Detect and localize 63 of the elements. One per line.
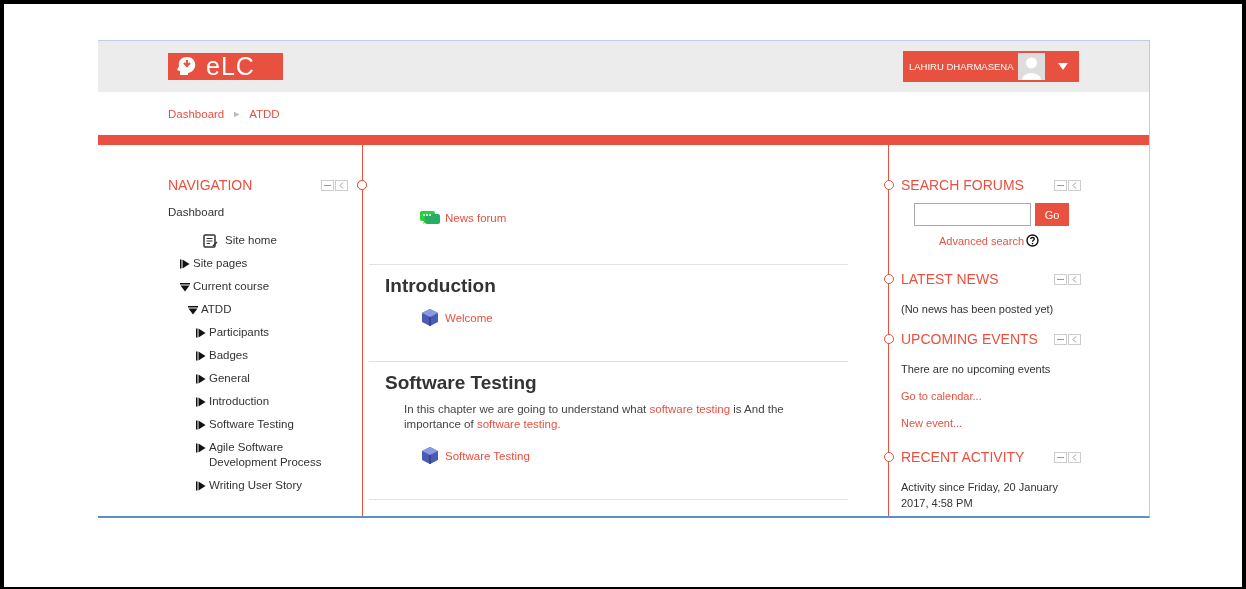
- nav-item[interactable]: Software Testing: [209, 417, 294, 432]
- collapsed-arrow-icon[interactable]: [196, 481, 206, 491]
- user-name: LAHIRU DHARMASENA: [909, 61, 1014, 72]
- nav-item[interactable]: Participants: [209, 325, 270, 340]
- section-title: Introduction: [385, 275, 497, 297]
- search-field[interactable]: [914, 203, 1031, 226]
- activity-link[interactable]: Welcome: [445, 311, 493, 324]
- block-title: NAVIGATION: [168, 177, 253, 193]
- collapsed-arrow-icon[interactable]: [196, 443, 206, 453]
- nav-item[interactable]: Site pages: [193, 256, 248, 271]
- expanded-arrow-icon[interactable]: [188, 305, 198, 315]
- nav-item[interactable]: General: [209, 371, 250, 386]
- collapsed-arrow-icon[interactable]: [196, 351, 206, 361]
- block-link[interactable]: Go to calendar...: [901, 390, 982, 402]
- collapsed-arrow-icon[interactable]: [196, 374, 206, 384]
- section-title: Software Testing: [385, 372, 538, 394]
- block-text: (No news has been posted yet): [901, 303, 1054, 315]
- cube-icon: [420, 446, 440, 465]
- separator-icon: ►: [232, 108, 242, 119]
- breadcrumb-link[interactable]: ATDD: [249, 107, 280, 120]
- nav-item[interactable]: ATDD: [201, 302, 232, 317]
- site-logo[interactable]: eLC: [168, 53, 283, 80]
- activity-link[interactable]: News forum: [445, 212, 507, 224]
- nav-item[interactable]: Current course: [193, 279, 270, 294]
- help-icon[interactable]: [1026, 234, 1039, 247]
- head-icon: [176, 56, 198, 77]
- logo-text: eLC: [206, 52, 255, 81]
- block-title: UPCOMING EVENTS: [901, 331, 1038, 347]
- block-link[interactable]: New event...: [901, 417, 963, 429]
- text-link[interactable]: software testing: [649, 403, 731, 415]
- minimize-icon[interactable]: [321, 179, 334, 191]
- advanced-search-link[interactable]: Advanced search: [939, 234, 1024, 247]
- breadcrumb-link[interactable]: Dashboard: [168, 107, 225, 120]
- chat-icon: [420, 210, 440, 226]
- collapsed-arrow-icon[interactable]: [180, 259, 190, 269]
- block-title: LATEST NEWS: [901, 271, 999, 287]
- collapsed-arrow-icon[interactable]: [196, 328, 206, 338]
- nav-item[interactable]: Writing User Story: [209, 478, 303, 493]
- minimize-icon[interactable]: [1054, 451, 1067, 463]
- nav-item[interactable]: Introduction: [209, 394, 270, 409]
- avatar-icon: [1017, 53, 1045, 80]
- section-summary: In this chapter we are going to understand what software testing is And the importance of software testing.: [404, 402, 785, 432]
- minimize-icon[interactable]: [1054, 333, 1067, 345]
- block-title: SEARCH FORUMS: [901, 177, 1024, 193]
- nav-item[interactable]: Agile Software Development Process: [209, 440, 348, 470]
- activity-link[interactable]: Software Testing: [445, 449, 530, 462]
- minimize-icon[interactable]: [1054, 179, 1067, 191]
- cube-icon: [420, 308, 440, 327]
- collapsed-arrow-icon[interactable]: [196, 420, 206, 430]
- page-icon: [203, 234, 218, 248]
- block-title: RECENT ACTIVITY: [901, 449, 1025, 465]
- block-text: Activity since Friday, 20 January 2017, 4:58 PM: [901, 481, 1058, 509]
- caret-icon: [1057, 63, 1068, 70]
- nav-item[interactable]: Badges: [209, 348, 248, 363]
- block-text: There are no upcoming events: [901, 363, 1051, 375]
- go-button[interactable]: Go: [1035, 203, 1069, 226]
- expanded-arrow-icon[interactable]: [180, 282, 190, 292]
- nav-item[interactable]: Site home: [225, 233, 277, 248]
- minimize-icon[interactable]: [1054, 273, 1067, 285]
- collapsed-arrow-icon[interactable]: [196, 397, 206, 407]
- nav-item[interactable]: Dashboard: [168, 205, 225, 220]
- user-menu[interactable]: LAHIRU DHARMASENA: [903, 51, 1079, 82]
- text-link[interactable]: software testing.: [476, 418, 561, 430]
